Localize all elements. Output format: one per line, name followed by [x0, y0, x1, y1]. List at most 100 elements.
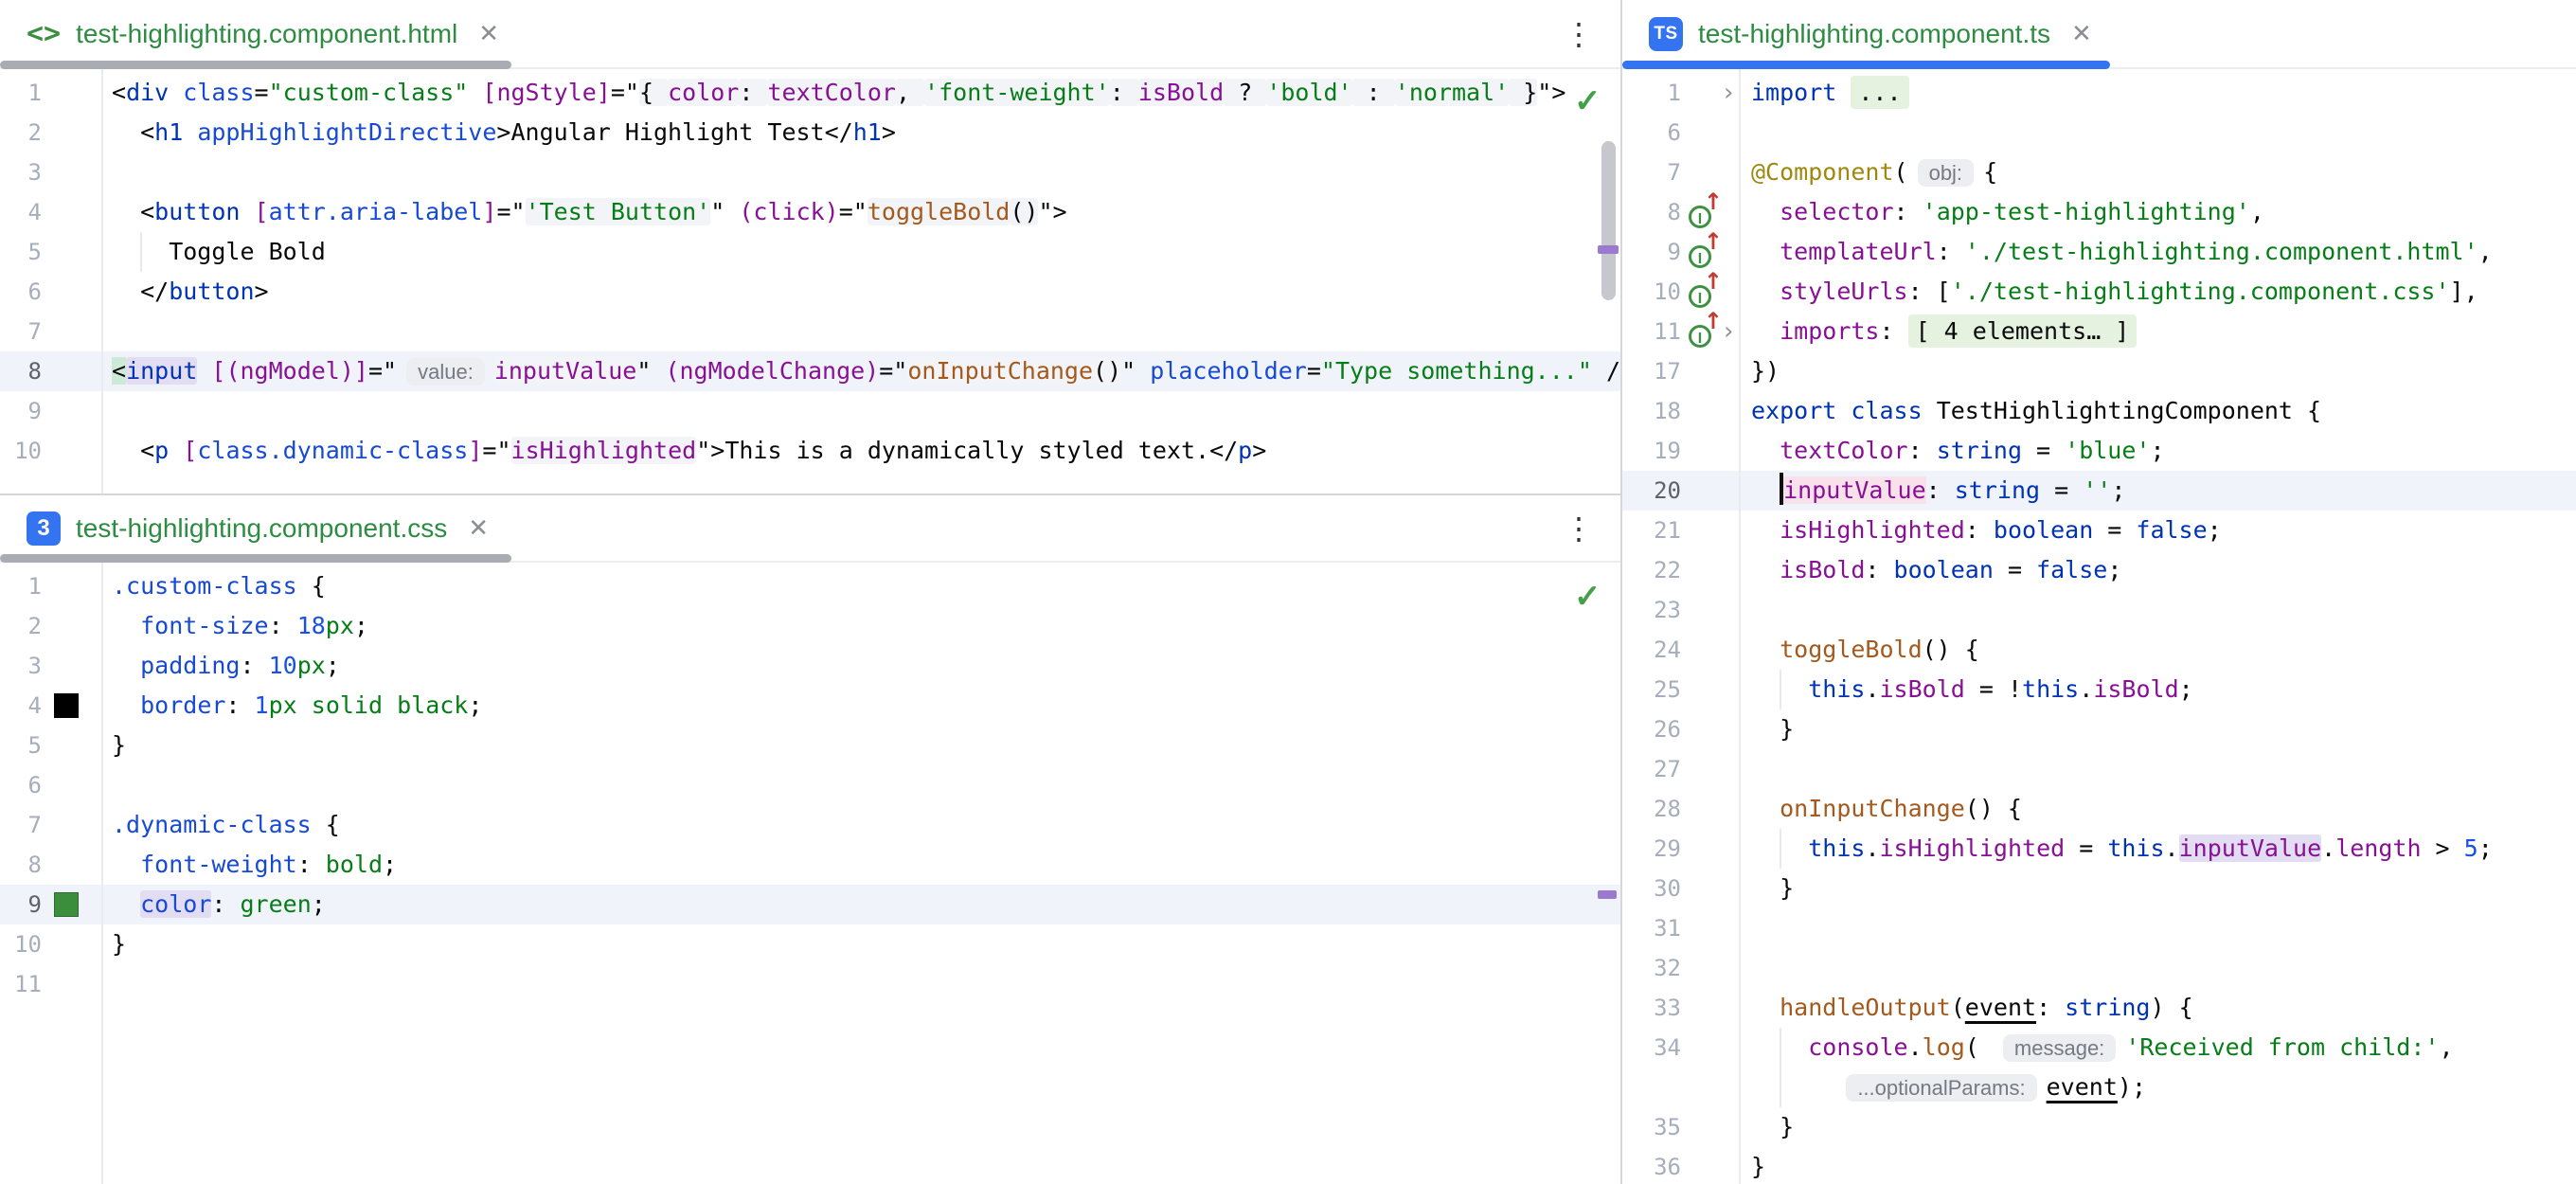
- line-number: 9: [0, 891, 42, 918]
- code-line: 10I↑ styleUrls: ['./test-highlighting.co…: [1622, 272, 2576, 312]
- line-number: 2: [0, 119, 42, 146]
- code-text[interactable]: toggleBold() {: [1739, 630, 2576, 670]
- code-text[interactable]: </button>: [101, 272, 1620, 312]
- inspections-ok-icon[interactable]: ✓: [1574, 578, 1601, 616]
- related-symbol-gutter-icon[interactable]: I↑: [1689, 238, 1719, 268]
- editor-options-menu-icon[interactable]: ⋮: [1556, 15, 1601, 53]
- code-text[interactable]: [1739, 948, 2576, 988]
- code-text[interactable]: <h1 appHighlightDirective>Angular Highli…: [101, 113, 1620, 152]
- code-text[interactable]: onInputChange() {: [1739, 789, 2576, 829]
- code-text[interactable]: isBold: boolean = false;: [1739, 550, 2576, 590]
- code-text[interactable]: import ...: [1739, 73, 2576, 113]
- line-number: 26: [1622, 716, 1681, 743]
- code-text[interactable]: }: [101, 924, 1620, 964]
- tab-bar-ts: TS test-highlighting.component.ts ✕: [1622, 0, 2576, 69]
- code-text[interactable]: handleOutput(event: string) {: [1739, 988, 2576, 1028]
- code-line: 10 <p [class.dynamic-class]="isHighlight…: [0, 431, 1620, 471]
- code-line: 6: [0, 765, 1620, 805]
- code-line: 6 </button>: [0, 272, 1620, 312]
- code-text[interactable]: .dynamic-class {: [101, 805, 1620, 845]
- code-text[interactable]: [1739, 749, 2576, 789]
- code-text[interactable]: isHighlighted: boolean = false;: [1739, 511, 2576, 550]
- editor-options-menu-icon[interactable]: ⋮: [1556, 510, 1601, 547]
- code-editor-css[interactable]: 1.custom-class {2 font-size: 18px;3 padd…: [0, 563, 1620, 1184]
- code-text[interactable]: imports: [ 4 elements… ]: [1739, 312, 2576, 351]
- code-editor-ts[interactable]: 1›import ...67@Component(obj:{8I↑ select…: [1622, 69, 2576, 1184]
- close-tab-icon[interactable]: ✕: [2071, 19, 2092, 48]
- code-text[interactable]: [1739, 908, 2576, 948]
- code-line: 28 onInputChange() {: [1622, 789, 2576, 829]
- scrollbar-caret-mark: [1598, 890, 1617, 899]
- code-line: 5 Toggle Bold: [0, 232, 1620, 272]
- code-text[interactable]: this.isHighlighted = this.inputValue.len…: [1739, 829, 2576, 869]
- code-text[interactable]: Toggle Bold: [101, 232, 1620, 272]
- code-text[interactable]: [1739, 590, 2576, 630]
- code-text[interactable]: @Component(obj:{: [1739, 152, 2576, 192]
- line-number: 7: [0, 812, 42, 838]
- code-text[interactable]: }: [1739, 1107, 2576, 1147]
- code-text[interactable]: }: [1739, 709, 2576, 749]
- code-text[interactable]: ...optionalParams:event);: [1739, 1067, 2576, 1107]
- line-number: 3: [0, 653, 42, 679]
- close-tab-icon[interactable]: ✕: [478, 19, 499, 48]
- code-text[interactable]: [1739, 113, 2576, 152]
- line-number: 23: [1622, 597, 1681, 623]
- code-line: 5}: [0, 726, 1620, 765]
- code-line: 9I↑ templateUrl: './test-highlighting.co…: [1622, 232, 2576, 272]
- code-text[interactable]: }): [1739, 351, 2576, 391]
- code-text[interactable]: templateUrl: './test-highlighting.compon…: [1739, 232, 2576, 272]
- related-symbol-gutter-icon[interactable]: I↑: [1689, 317, 1719, 348]
- code-text[interactable]: this.isBold = !this.isBold;: [1739, 670, 2576, 709]
- code-text[interactable]: <button [attr.aria-label]="'Test Button'…: [101, 192, 1620, 232]
- code-text[interactable]: }: [101, 726, 1620, 765]
- line-number: 1: [0, 80, 42, 106]
- line-number: 21: [1622, 517, 1681, 544]
- color-preview-swatch[interactable]: [54, 693, 79, 718]
- code-text[interactable]: font-weight: bold;: [101, 845, 1620, 885]
- code-text[interactable]: [101, 391, 1620, 431]
- code-text[interactable]: padding: 10px;: [101, 646, 1620, 686]
- code-line: 7 .dynamic-class {: [0, 805, 1620, 845]
- code-text[interactable]: [101, 312, 1620, 351]
- inspections-ok-icon[interactable]: ✓: [1574, 82, 1601, 120]
- color-preview-swatch[interactable]: [54, 892, 79, 917]
- code-text[interactable]: font-size: 18px;: [101, 606, 1620, 646]
- close-tab-icon[interactable]: ✕: [468, 513, 489, 543]
- code-text[interactable]: textColor: string = 'blue';: [1739, 431, 2576, 471]
- fold-region-icon[interactable]: ›: [1719, 79, 1738, 107]
- line-number: 2: [0, 613, 42, 639]
- code-text[interactable]: selector: 'app-test-highlighting',: [1739, 192, 2576, 232]
- code-text[interactable]: border: 1px solid black;: [101, 686, 1620, 726]
- code-text[interactable]: console.log( message:'Received from chil…: [1739, 1028, 2576, 1067]
- code-line: 19 textColor: string = 'blue';: [1622, 431, 2576, 471]
- code-line: 29 this.isHighlighted = this.inputValue.…: [1622, 829, 2576, 869]
- code-text[interactable]: [101, 152, 1620, 192]
- code-text[interactable]: [101, 964, 1620, 1004]
- code-text[interactable]: [101, 765, 1620, 805]
- code-text[interactable]: .custom-class {: [101, 566, 1620, 606]
- tab-css-file[interactable]: 3 test-highlighting.component.css ✕: [0, 495, 508, 561]
- code-text[interactable]: color: green;: [101, 885, 1620, 924]
- related-symbol-gutter-icon[interactable]: I↑: [1689, 198, 1719, 228]
- code-text[interactable]: styleUrls: ['./test-highlighting.compone…: [1739, 272, 2576, 312]
- code-editor-html[interactable]: 1 <div class="custom-class" [ngStyle]="{ …: [0, 69, 1620, 493]
- line-number: 6: [0, 278, 42, 305]
- code-line: 3: [0, 152, 1620, 192]
- line-number: 22: [1622, 557, 1681, 583]
- vertical-scrollbar-thumb[interactable]: [1601, 141, 1616, 300]
- tab-ts-file[interactable]: TS test-highlighting.component.ts ✕: [1622, 0, 2111, 67]
- line-number: 8: [1622, 199, 1681, 225]
- tab-bar-html: <> test-highlighting.component.html ✕ ⋮: [0, 0, 1620, 69]
- code-text[interactable]: inputValue: string = '';: [1739, 471, 2576, 511]
- ide-window: <> test-highlighting.component.html ✕ ⋮ …: [0, 0, 2576, 1184]
- code-text[interactable]: <input [(ngModel)]="value:inputValue" (n…: [101, 351, 1620, 391]
- code-text[interactable]: <div class="custom-class" [ngStyle]="{ c…: [101, 73, 1620, 113]
- tab-html-file[interactable]: <> test-highlighting.component.html ✕: [0, 0, 518, 67]
- code-text[interactable]: }: [1739, 1147, 2576, 1184]
- code-line: 11: [0, 964, 1620, 1004]
- code-line: ...optionalParams:event);: [1622, 1067, 2576, 1107]
- code-text[interactable]: <p [class.dynamic-class]="isHighlighted"…: [101, 431, 1620, 471]
- code-text[interactable]: export class TestHighlightingComponent {: [1739, 391, 2576, 431]
- related-symbol-gutter-icon[interactable]: I↑: [1689, 278, 1719, 308]
- code-text[interactable]: }: [1739, 869, 2576, 908]
